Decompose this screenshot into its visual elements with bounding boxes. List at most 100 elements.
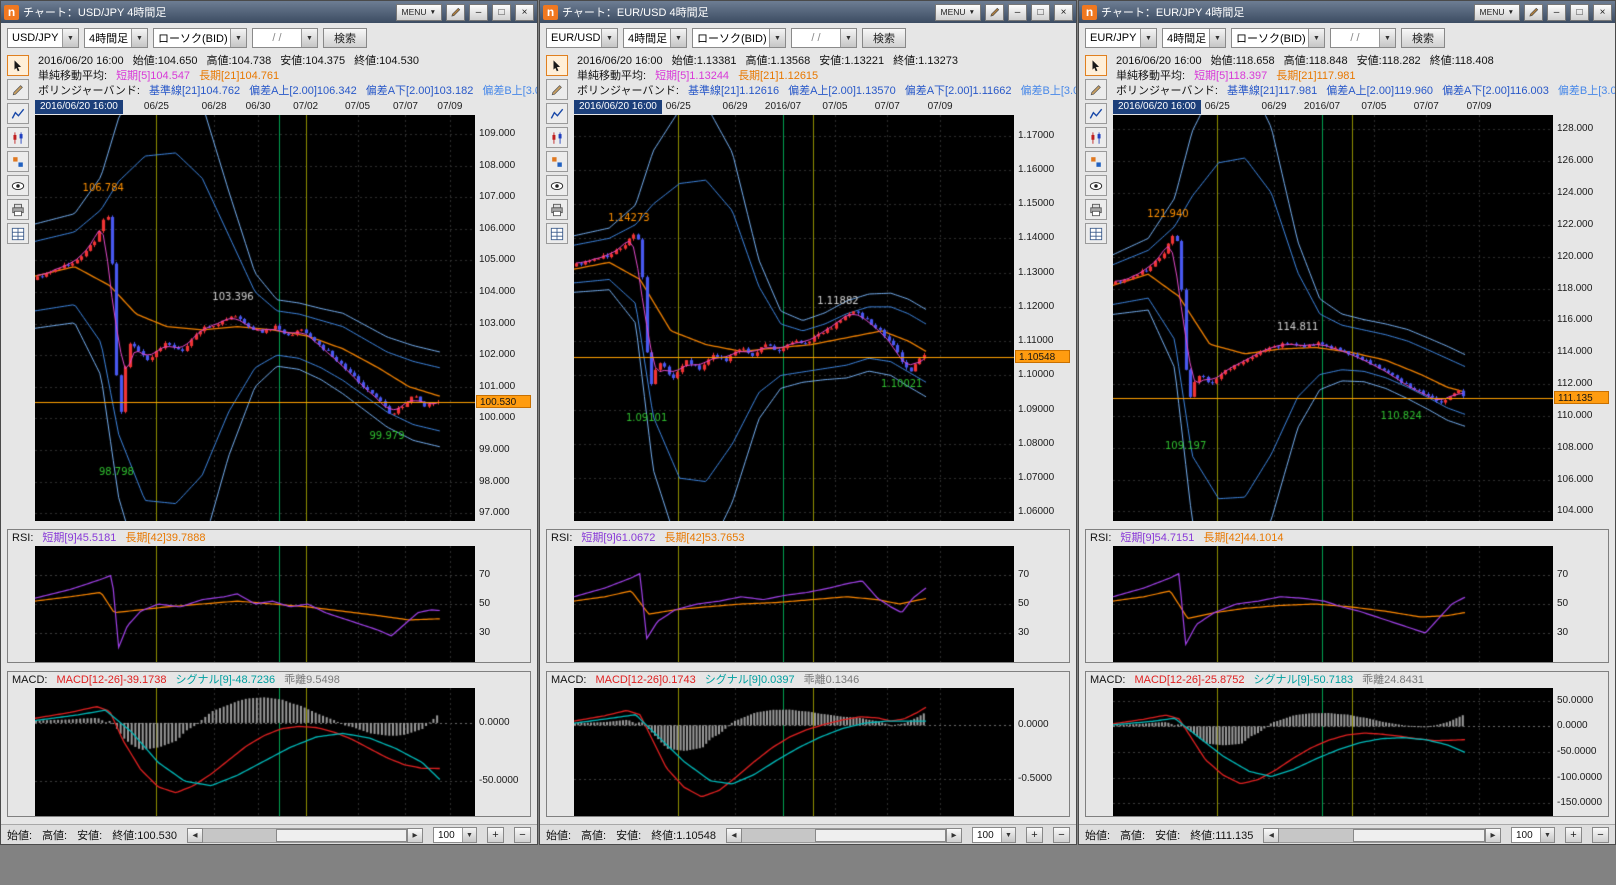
- app-logo-icon: n: [4, 5, 19, 20]
- quote-close: 終値:1.13273: [893, 53, 958, 69]
- titlebar[interactable]: n チャート：USD/JPY 4時間足 MENU ▼ – □ ×: [1, 1, 537, 23]
- tool-grid-button[interactable]: [1085, 223, 1107, 244]
- maximize-button[interactable]: □: [1031, 4, 1050, 21]
- tool-trend-button[interactable]: [7, 103, 29, 124]
- h-scrollbar[interactable]: ◀ ▶: [187, 828, 423, 843]
- bar-count-select[interactable]: 100 ▼: [433, 827, 477, 843]
- zoom-in-button[interactable]: +: [1026, 827, 1043, 843]
- rsi-chart-canvas[interactable]: [35, 546, 475, 662]
- date-input[interactable]: / / ▼: [1330, 28, 1396, 48]
- h-scrollbar[interactable]: ◀ ▶: [726, 828, 962, 843]
- bollinger-a-down-value: 偏差A下[2.00]103.182: [366, 84, 474, 99]
- timeframe-select[interactable]: 4時間足 ▼: [1162, 28, 1226, 48]
- tool-eye-button[interactable]: [546, 175, 568, 196]
- tool-pencil-button[interactable]: [1085, 79, 1107, 100]
- menu-button[interactable]: MENU ▼: [935, 4, 981, 21]
- candle-type-select[interactable]: ローソク(BID) ▼: [1231, 28, 1325, 48]
- pair-select[interactable]: EUR/JPY ▼: [1085, 28, 1157, 48]
- h-scrollbar[interactable]: ◀ ▶: [1263, 828, 1501, 843]
- edit-button[interactable]: [985, 4, 1004, 21]
- menu-button[interactable]: MENU ▼: [1474, 4, 1520, 21]
- tool-pattern-button[interactable]: [546, 151, 568, 172]
- close-button[interactable]: ×: [1054, 4, 1073, 21]
- maximize-button[interactable]: □: [1570, 4, 1589, 21]
- tool-candle-button[interactable]: [1085, 127, 1107, 148]
- rsi-chart-canvas[interactable]: [1113, 546, 1553, 662]
- zoom-out-button[interactable]: −: [1053, 827, 1070, 843]
- macd-chart-canvas[interactable]: [35, 688, 475, 816]
- tool-pencil-button[interactable]: [546, 79, 568, 100]
- scroll-right-button[interactable]: ▶: [946, 828, 962, 843]
- scroll-left-button[interactable]: ◀: [726, 828, 742, 843]
- scroll-left-button[interactable]: ◀: [1263, 828, 1279, 843]
- date-input[interactable]: / / ▼: [252, 28, 318, 48]
- zoom-out-button[interactable]: −: [514, 827, 531, 843]
- search-button[interactable]: 検索: [1401, 28, 1445, 48]
- tool-trend-button[interactable]: [546, 103, 568, 124]
- tool-candle-button[interactable]: [546, 127, 568, 148]
- tool-pattern-button[interactable]: [7, 151, 29, 172]
- price-tick-label: 1.08000: [1018, 438, 1054, 449]
- candle-type-select[interactable]: ローソク(BID) ▼: [692, 28, 786, 48]
- timeframe-select[interactable]: 4時間足 ▼: [84, 28, 148, 48]
- tool-printer-button[interactable]: [546, 199, 568, 220]
- scrollbar-thumb[interactable]: [276, 829, 407, 842]
- titlebar[interactable]: n チャート：EUR/JPY 4時間足 MENU ▼ – □ ×: [1079, 1, 1615, 23]
- tool-eye-button[interactable]: [1085, 175, 1107, 196]
- tool-grid-button[interactable]: [7, 223, 29, 244]
- tool-trend-button[interactable]: [1085, 103, 1107, 124]
- edit-button[interactable]: [446, 4, 465, 21]
- titlebar[interactable]: n チャート：EUR/USD 4時間足 MENU ▼ – □ ×: [540, 1, 1076, 23]
- scroll-right-button[interactable]: ▶: [1485, 828, 1501, 843]
- tool-printer-button[interactable]: [1085, 199, 1107, 220]
- scroll-right-button[interactable]: ▶: [407, 828, 423, 843]
- scrollbar-track[interactable]: [1279, 828, 1485, 843]
- maximize-button[interactable]: □: [492, 4, 511, 21]
- date-axis: 2016/06/20 16:00 06/2506/2806/3007/0207/…: [35, 99, 475, 115]
- zoom-in-button[interactable]: +: [1565, 827, 1582, 843]
- timeframe-select[interactable]: 4時間足 ▼: [623, 28, 687, 48]
- edit-button[interactable]: [1524, 4, 1543, 21]
- main-chart-canvas[interactable]: [1113, 115, 1553, 521]
- bar-count-select[interactable]: 100 ▼: [1511, 827, 1555, 843]
- bollinger-b-up-value: 偏差B上[3.00]1.14047: [1021, 84, 1076, 99]
- tool-eye-button[interactable]: [7, 175, 29, 196]
- rsi-chart-canvas[interactable]: [574, 546, 1014, 662]
- minimize-button[interactable]: –: [1008, 4, 1027, 21]
- zoom-in-button[interactable]: +: [487, 827, 504, 843]
- main-chart-canvas[interactable]: [574, 115, 1014, 521]
- menu-button[interactable]: MENU ▼: [396, 4, 442, 21]
- macd-chart-canvas[interactable]: [574, 688, 1014, 816]
- tool-cursor-button[interactable]: [1085, 55, 1107, 76]
- bar-count-select[interactable]: 100 ▼: [972, 827, 1016, 843]
- close-button[interactable]: ×: [515, 4, 534, 21]
- scrollbar-thumb[interactable]: [815, 829, 946, 842]
- tool-pencil-button[interactable]: [7, 79, 29, 100]
- tool-candle-button[interactable]: [7, 127, 29, 148]
- tool-cursor-button[interactable]: [7, 55, 29, 76]
- search-button[interactable]: 検索: [323, 28, 367, 48]
- tool-printer-button[interactable]: [7, 199, 29, 220]
- rsi-tick-label: 70: [479, 569, 490, 580]
- minimize-button[interactable]: –: [1547, 4, 1566, 21]
- close-button[interactable]: ×: [1593, 4, 1612, 21]
- main-chart-canvas[interactable]: [35, 115, 475, 521]
- tool-grid-button[interactable]: [546, 223, 568, 244]
- pair-select[interactable]: USD/JPY ▼: [7, 28, 79, 48]
- quote-datetime: 2016/06/20 16:00: [38, 53, 124, 69]
- scroll-left-button[interactable]: ◀: [187, 828, 203, 843]
- zoom-out-button[interactable]: −: [1592, 827, 1609, 843]
- scrollbar-track[interactable]: [742, 828, 946, 843]
- pair-select[interactable]: EUR/USD ▼: [546, 28, 618, 48]
- scrollbar-track[interactable]: [203, 828, 407, 843]
- candle-type-select[interactable]: ローソク(BID) ▼: [153, 28, 247, 48]
- macd-chart-canvas[interactable]: [1113, 688, 1553, 816]
- tool-cursor-button[interactable]: [546, 55, 568, 76]
- date-input[interactable]: / / ▼: [791, 28, 857, 48]
- tool-pattern-button[interactable]: [1085, 151, 1107, 172]
- minimize-button[interactable]: –: [469, 4, 488, 21]
- search-button[interactable]: 検索: [862, 28, 906, 48]
- macd-tick-label: -50.0000: [1557, 746, 1596, 757]
- scrollbar-thumb[interactable]: [1353, 829, 1485, 842]
- price-tick-label: 98.000: [479, 476, 510, 487]
